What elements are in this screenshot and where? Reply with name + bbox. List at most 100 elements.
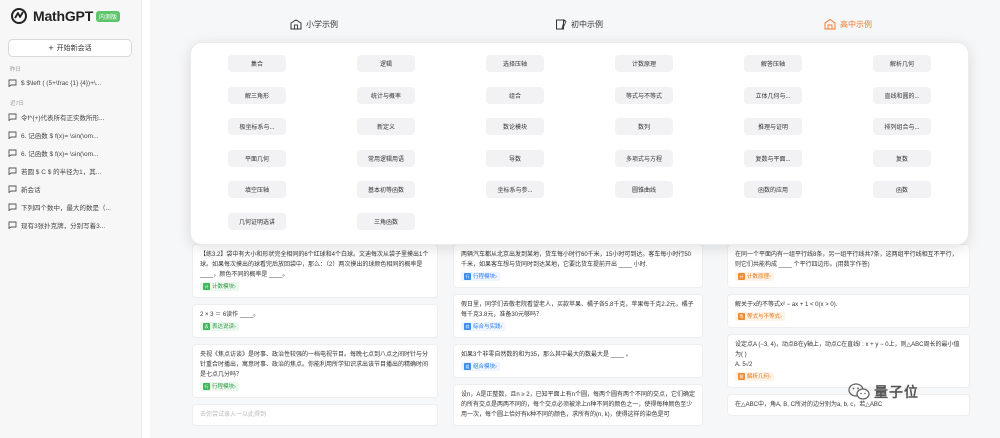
- wechat-logo-icon: [848, 383, 870, 400]
- history-item[interactable]: 6. 记函数 $ f(x)= \sin(\om...: [8, 127, 133, 143]
- topic-chip[interactable]: 解答压轴: [744, 55, 802, 72]
- example-card[interactable]: 解关于x的不等式x² − ax + 1 < 0(x > 0). 等等式与不等式 …: [727, 294, 970, 328]
- tab-label: 初中示例: [571, 19, 603, 29]
- topic-chip[interactable]: 复数与平面...: [744, 150, 802, 167]
- topic-chip[interactable]: 等式与不等式: [615, 87, 673, 104]
- chat-bubble-icon: [8, 79, 17, 87]
- topic-tag[interactable]: 行行程模块 ›: [461, 272, 500, 281]
- topic-chip[interactable]: 数列: [615, 118, 673, 135]
- app-badge: 内测版: [96, 10, 121, 22]
- example-card[interactable]: 在同一个平面内有一组平行线8条，另一组平行线共7条，这两组平行线相互不平行，则它…: [727, 244, 970, 288]
- watermark: 量子位: [848, 382, 919, 402]
- history-item[interactable]: 令f^{+}代表所有正实数所形...: [8, 109, 133, 125]
- example-column-middle: 两辆汽车都从北京出发到某地，货车每小时行60千米，15小时可到达。客车每小时行5…: [453, 244, 703, 432]
- topic-chip[interactable]: 集合: [228, 55, 286, 72]
- topic-tag[interactable]: 综综合与实践 ›: [461, 322, 506, 331]
- topic-chip[interactable]: 多项式与方程: [615, 150, 673, 167]
- topic-chip[interactable]: 填空压轴: [228, 181, 286, 198]
- tab-high-school[interactable]: 高中示例: [824, 18, 872, 30]
- tag-icon: 计: [203, 283, 210, 290]
- topic-tag[interactable]: 计计数模块 ›: [200, 282, 239, 291]
- example-card[interactable]: 设定点A (−3, 4)，动点B在y轴上，动点C在直线l : x + y − 0…: [727, 334, 970, 388]
- example-card[interactable]: 如果3个非零自然数的和为35，那么其中最大的数最大是 ____ 。 组组合模块 …: [453, 344, 703, 378]
- topic-tag[interactable]: 组组合模块 ›: [461, 362, 500, 371]
- topic-chip[interactable]: 圆锥曲线: [615, 181, 673, 198]
- tab-primary-school[interactable]: 小学示例: [290, 18, 338, 30]
- topic-chip[interactable]: 数论模块: [486, 118, 544, 135]
- topic-tag-label: 组合模块: [473, 363, 496, 370]
- example-card[interactable]: 假日里，同学们去敬老院看望老人，买款苹果、橘子各5.8千克，苹果每千克2.2元，…: [453, 294, 703, 338]
- tab-middle-school[interactable]: 初中示例: [555, 18, 603, 30]
- example-card[interactable]: 2 × 3 ＝ 6读作 ____。 表表达说读 ›: [192, 304, 438, 338]
- topic-tag-label: 行程模块: [212, 383, 235, 390]
- tab-label: 小学示例: [306, 19, 338, 29]
- topic-chip[interactable]: 直线和圆的...: [873, 87, 931, 104]
- topic-chip[interactable]: 排列组合与...: [873, 118, 931, 135]
- tag-icon: 组: [464, 363, 471, 370]
- example-text: 去你尝试录入一以此得到: [200, 412, 267, 418]
- history-group-week: 近7日: [10, 101, 25, 107]
- topic-tag[interactable]: 等等式与不等式 ›: [735, 312, 785, 321]
- topic-chip[interactable]: 常用逻辑用语: [357, 150, 415, 167]
- tag-icon: 行: [203, 383, 210, 390]
- topic-chip[interactable]: 三角函数: [357, 213, 415, 230]
- example-text: 两辆汽车都从北京出发到某地，货车每小时行60千米，15小时可到达。客车每小时行5…: [461, 252, 692, 268]
- example-text: 2 × 3 ＝ 6读作 ____。: [200, 312, 260, 318]
- history-item[interactable]: 下列四个数中，最大的数是（...: [8, 199, 133, 215]
- history-item[interactable]: 若圆 $ C $ 的半径为1，其...: [8, 163, 133, 179]
- topic-chip[interactable]: 几何证明选讲: [228, 213, 286, 230]
- chat-bubble-icon: [8, 203, 17, 211]
- chat-bubble-icon: [8, 113, 17, 121]
- example-card[interactable]: 央视《焦点访谈》是时事、政治性较强的一档电视节目。每晚七点到八点之间时针与分针重…: [192, 344, 438, 398]
- topic-chip[interactable]: 基本初等函数: [357, 181, 415, 198]
- topic-chip[interactable]: 立体几何与...: [744, 87, 802, 104]
- topic-tag[interactable]: 计计数原理 ›: [735, 272, 774, 281]
- history-item[interactable]: $ $\left ( (5+\frac {1} {4})+\...: [8, 75, 133, 91]
- topic-chip[interactable]: 选择压轴: [486, 55, 544, 72]
- topic-chip[interactable]: 极坐标系与...: [228, 118, 286, 135]
- topic-chip[interactable]: 解析几何: [873, 55, 931, 72]
- topic-tag-label: 计数模块: [212, 283, 235, 290]
- topic-chip[interactable]: 函数的应用: [744, 181, 802, 198]
- topic-tag[interactable]: 行行程模块 ›: [200, 382, 239, 391]
- topic-chip[interactable]: 新定义: [357, 118, 415, 135]
- history-item[interactable]: 新会话: [8, 181, 133, 197]
- watermark-text: 量子位: [874, 384, 919, 400]
- history-item-label: 令f^{+}代表所有正实数所形...: [21, 115, 105, 122]
- chat-bubble-icon: [8, 221, 17, 229]
- topic-tag[interactable]: 表表达说读 ›: [200, 322, 239, 331]
- topic-tag-label: 等式与不等式: [747, 313, 781, 320]
- topic-chip[interactable]: 平面几何: [228, 150, 286, 167]
- new-chat-button[interactable]: + 开始新会话: [8, 39, 132, 57]
- example-card[interactable]: 设n，A是正整数，且n ≥ 2，已知平面上有n个圆，每两个圆有两个不同的交点，它…: [453, 384, 703, 426]
- pencil-book-icon: [556, 19, 567, 30]
- example-card[interactable]: 两辆汽车都从北京出发到某地，货车每小时行60千米，15小时可到达。客车每小时行5…: [453, 244, 703, 288]
- tag-icon: 行: [464, 273, 471, 280]
- topic-chip[interactable]: 坐标系与参...: [486, 181, 544, 198]
- topic-chip[interactable]: 导数: [486, 150, 544, 167]
- topic-chip[interactable]: 函数: [873, 181, 931, 198]
- example-card[interactable]: 【练3.2】袋中有大小和形状完全相同的6个红球和4个白球。文迪每次从袋子里摸出1…: [192, 244, 438, 298]
- history-item[interactable]: 6. 记函数 $ f(x)= \sin(\om...: [8, 145, 133, 161]
- plus-icon: +: [48, 43, 54, 53]
- brand[interactable]: MathGPT 内测版: [10, 4, 133, 28]
- topic-chip[interactable]: 推理与证明: [744, 118, 802, 135]
- topic-tag-label: 表达说读: [212, 323, 235, 330]
- topic-chip[interactable]: 复数: [873, 150, 931, 167]
- example-text: 解关于x的不等式x² − ax + 1 < 0(x > 0).: [735, 302, 838, 308]
- topic-tag[interactable]: 解解析几何 ›: [735, 372, 774, 381]
- history-item-label: 新会话: [21, 187, 41, 194]
- history-item[interactable]: 现有3张扑克牌，分别写着3...: [8, 217, 133, 233]
- history-item-label: 6. 记函数 $ f(x)= \sin(\om...: [21, 133, 99, 140]
- topic-tag-label: 计数原理: [747, 273, 770, 280]
- topic-chip[interactable]: 统计与概率: [357, 87, 415, 104]
- topic-chip[interactable]: 计数原理: [615, 55, 673, 72]
- school-icon: [290, 19, 302, 30]
- mathgpt-logo-icon: [11, 8, 27, 24]
- topic-chip[interactable]: 逻辑: [357, 55, 415, 72]
- example-text: 在同一个平面内有一组平行线8条，另一组平行线共7条，这两组平行线相互不平行，则它…: [735, 252, 958, 268]
- topic-chip[interactable]: 组合: [486, 87, 544, 104]
- example-card[interactable]: 去你尝试录入一以此得到: [192, 404, 438, 426]
- history-item-label: 若圆 $ C $ 的半径为1，其...: [21, 169, 102, 176]
- topic-chip[interactable]: 解三角形: [228, 87, 286, 104]
